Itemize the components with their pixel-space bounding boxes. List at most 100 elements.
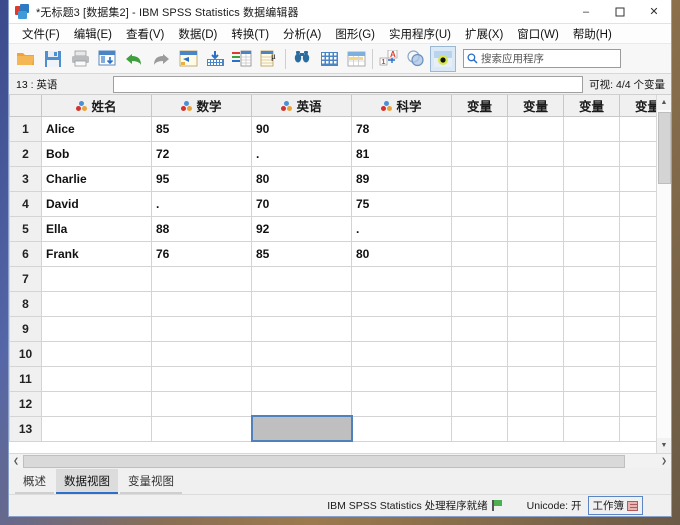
table-row[interactable]: 11 bbox=[9, 365, 656, 392]
data-cell[interactable] bbox=[619, 215, 656, 242]
horizontal-scrollbar[interactable]: ❮ ❯ bbox=[9, 453, 671, 468]
data-cell[interactable]: 95 bbox=[151, 165, 252, 192]
menu-edit[interactable]: 编辑(E) bbox=[67, 24, 119, 44]
column-header-placeholder[interactable]: 变量 bbox=[451, 95, 508, 117]
data-cell[interactable] bbox=[41, 390, 152, 417]
data-cell[interactable] bbox=[451, 215, 508, 242]
data-cell[interactable] bbox=[563, 415, 620, 442]
print-icon[interactable] bbox=[67, 46, 93, 72]
data-cell[interactable] bbox=[351, 340, 452, 367]
data-cell[interactable] bbox=[619, 240, 656, 267]
data-cell[interactable] bbox=[507, 315, 564, 342]
data-cell[interactable] bbox=[451, 290, 508, 317]
row-header[interactable]: 4 bbox=[9, 190, 42, 217]
find-icon[interactable] bbox=[289, 46, 315, 72]
data-cell[interactable]: Ella bbox=[41, 215, 152, 242]
tab-data-view[interactable]: 数据视图 bbox=[56, 469, 118, 494]
scroll-up-button[interactable]: ▲ bbox=[657, 95, 671, 110]
data-cell[interactable]: 90 bbox=[251, 115, 352, 142]
data-cell[interactable]: . bbox=[151, 190, 252, 217]
data-cell[interactable] bbox=[151, 265, 252, 292]
redo-icon[interactable] bbox=[148, 46, 174, 72]
data-cell[interactable] bbox=[41, 315, 152, 342]
selected-cell[interactable] bbox=[250, 415, 353, 442]
column-header-placeholder[interactable]: 变量 bbox=[563, 95, 620, 117]
data-cell[interactable] bbox=[41, 290, 152, 317]
data-cell[interactable] bbox=[451, 165, 508, 192]
data-cell[interactable] bbox=[41, 365, 152, 392]
row-header[interactable]: 13 bbox=[9, 415, 42, 442]
data-cell[interactable]: Alice bbox=[41, 115, 152, 142]
menu-data[interactable]: 数据(D) bbox=[171, 24, 224, 44]
table-row[interactable]: 13 bbox=[9, 415, 656, 442]
data-cell[interactable] bbox=[451, 115, 508, 142]
data-cell[interactable] bbox=[251, 290, 352, 317]
data-cell[interactable] bbox=[563, 315, 620, 342]
tab-variable-view[interactable]: 变量视图 bbox=[120, 469, 182, 494]
data-cell[interactable] bbox=[563, 140, 620, 167]
menu-extensions[interactable]: 扩展(X) bbox=[458, 24, 510, 44]
data-cell[interactable]: 76 bbox=[151, 240, 252, 267]
data-cell[interactable] bbox=[351, 315, 452, 342]
horizontal-scroll-track[interactable] bbox=[23, 454, 657, 468]
row-header[interactable]: 1 bbox=[9, 115, 42, 142]
data-cell[interactable] bbox=[507, 340, 564, 367]
table-row[interactable]: 7 bbox=[9, 265, 656, 292]
row-header[interactable]: 3 bbox=[9, 165, 42, 192]
table-row[interactable]: 8 bbox=[9, 290, 656, 317]
data-cell[interactable] bbox=[351, 365, 452, 392]
column-header-placeholder[interactable]: 变量 bbox=[507, 95, 564, 117]
data-cell[interactable] bbox=[619, 340, 656, 367]
column-header-0[interactable]: 姓名 bbox=[41, 95, 152, 117]
data-cell[interactable] bbox=[351, 265, 452, 292]
data-cell[interactable] bbox=[507, 190, 564, 217]
goto-case-icon[interactable] bbox=[175, 46, 201, 72]
column-header-3[interactable]: 科学 bbox=[351, 95, 452, 117]
data-cell[interactable] bbox=[563, 290, 620, 317]
data-cell[interactable] bbox=[451, 365, 508, 392]
data-cell[interactable]: 78 bbox=[351, 115, 452, 142]
menu-window[interactable]: 窗口(W) bbox=[510, 24, 566, 44]
data-cell[interactable] bbox=[619, 265, 656, 292]
data-cell[interactable] bbox=[41, 415, 152, 442]
table-row[interactable]: 4 David. 70 75 bbox=[9, 190, 656, 217]
row-header[interactable]: 2 bbox=[9, 140, 42, 167]
data-cell[interactable] bbox=[619, 165, 656, 192]
data-cell[interactable] bbox=[619, 390, 656, 417]
insert-variable-icon[interactable] bbox=[343, 46, 369, 72]
menu-view[interactable]: 查看(V) bbox=[119, 24, 171, 44]
search-box[interactable] bbox=[463, 49, 621, 68]
data-cell[interactable] bbox=[619, 290, 656, 317]
insert-case-icon[interactable] bbox=[316, 46, 342, 72]
cell-value-input[interactable] bbox=[113, 75, 584, 93]
row-header[interactable]: 11 bbox=[9, 365, 42, 392]
scroll-down-button[interactable]: ▼ bbox=[657, 438, 671, 453]
open-file-icon[interactable] bbox=[13, 46, 39, 72]
data-cell[interactable]: David bbox=[41, 190, 152, 217]
scroll-right-button[interactable]: ❯ bbox=[657, 454, 671, 469]
table-row[interactable]: 1 Alice 85 90 78 bbox=[9, 115, 656, 142]
data-cell[interactable] bbox=[507, 265, 564, 292]
descriptives-icon[interactable]: μ bbox=[256, 46, 282, 72]
data-cell[interactable] bbox=[619, 415, 656, 442]
data-cell[interactable] bbox=[507, 415, 564, 442]
data-cell[interactable]: . bbox=[351, 215, 452, 242]
data-cell[interactable] bbox=[351, 290, 452, 317]
data-cell[interactable] bbox=[507, 390, 564, 417]
save-file-icon[interactable] bbox=[40, 46, 66, 72]
data-cell[interactable] bbox=[451, 190, 508, 217]
data-cell[interactable]: 92 bbox=[251, 215, 352, 242]
data-cell[interactable]: 72 bbox=[151, 140, 252, 167]
data-cell[interactable] bbox=[563, 265, 620, 292]
scroll-left-button[interactable]: ❮ bbox=[9, 454, 23, 469]
vertical-scrollbar[interactable]: ▲ ▼ bbox=[656, 95, 671, 453]
data-cell[interactable] bbox=[563, 215, 620, 242]
recall-dialogs-icon[interactable] bbox=[94, 46, 120, 72]
data-cell[interactable] bbox=[619, 190, 656, 217]
grid-corner-cell[interactable] bbox=[9, 95, 42, 117]
data-cell[interactable] bbox=[251, 390, 352, 417]
data-cell[interactable] bbox=[563, 165, 620, 192]
data-cell[interactable] bbox=[563, 115, 620, 142]
data-cell[interactable] bbox=[451, 390, 508, 417]
data-cell[interactable]: Charlie bbox=[41, 165, 152, 192]
